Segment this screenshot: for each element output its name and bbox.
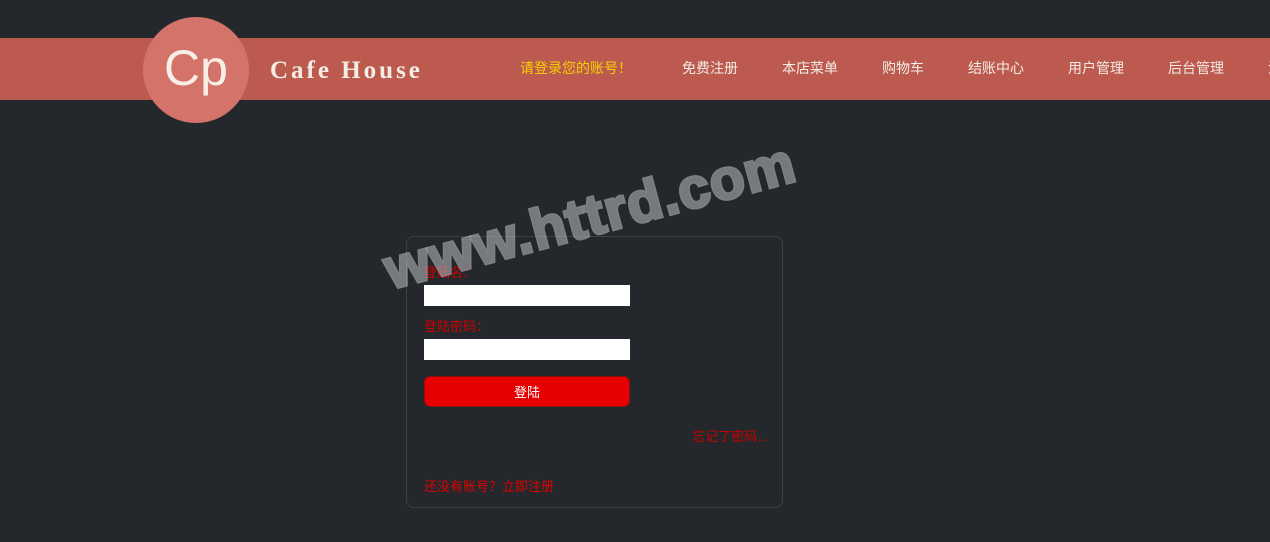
login-panel: 登陆名： 登陆密码： 登陆 忘记了密码... 还没有账号？立即注册: [406, 236, 783, 508]
register-link[interactable]: 还没有账号？立即注册: [424, 476, 554, 495]
login-submit-button[interactable]: 登陆: [424, 376, 630, 407]
main-navigation: 请登录您的账号！ 免费注册 本店菜单 购物车 结账中心 用户管理 后台管理 注销: [520, 58, 1270, 78]
nav-item-admin[interactable]: 后台管理: [1168, 58, 1224, 78]
password-input[interactable]: [424, 339, 630, 360]
username-input[interactable]: [424, 285, 630, 306]
forgot-password-link[interactable]: 忘记了密码...: [692, 426, 768, 445]
nav-item-menu[interactable]: 本店菜单: [782, 58, 838, 78]
nav-item-user-management[interactable]: 用户管理: [1068, 58, 1124, 78]
logo-text: Cp: [164, 40, 228, 96]
password-label: 登陆密码：: [424, 319, 490, 334]
site-logo[interactable]: Cp: [143, 17, 249, 123]
username-label: 登陆名：: [424, 265, 477, 280]
nav-item-checkout[interactable]: 结账中心: [968, 58, 1024, 78]
nav-item-register[interactable]: 免费注册: [682, 58, 738, 78]
brand-title: Cafe House: [270, 57, 423, 84]
nav-item-cart[interactable]: 购物车: [882, 58, 924, 78]
site-header: Cp Cafe House 请登录您的账号！ 免费注册 本店菜单 购物车 结账中…: [0, 0, 1270, 140]
nav-item-login-prompt[interactable]: 请登录您的账号！: [520, 58, 632, 78]
